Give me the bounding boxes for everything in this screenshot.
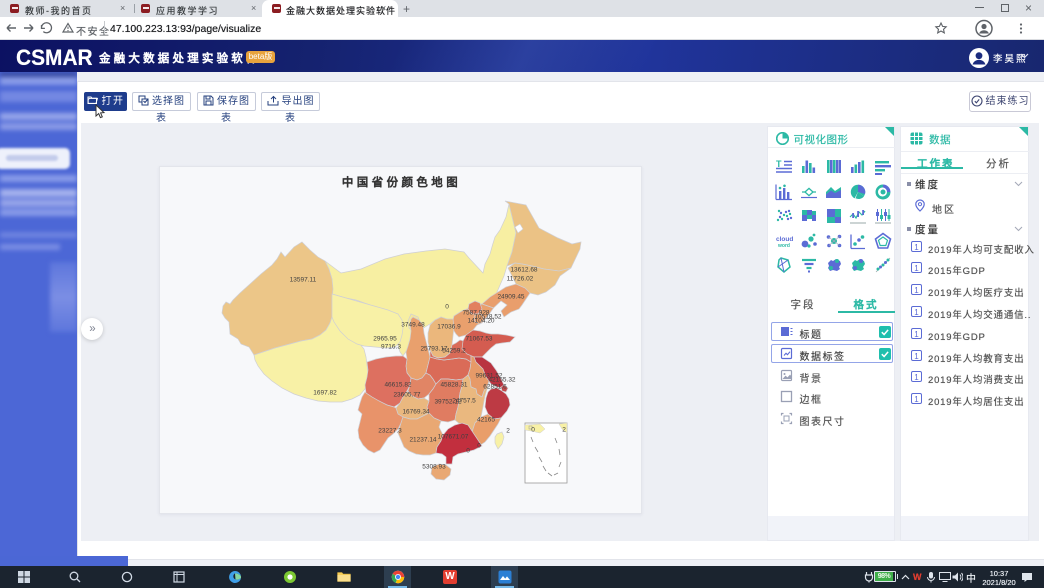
svg-text:25793.17: 25793.17 (420, 346, 447, 353)
svg-text:13597.11: 13597.11 (290, 277, 317, 284)
svg-text:99631.52: 99631.52 (475, 373, 502, 380)
svg-text:0: 0 (445, 304, 449, 311)
svg-text:23605.77: 23605.77 (393, 392, 420, 399)
svg-text:T: T (776, 159, 782, 169)
svg-text:17036.9: 17036.9 (437, 324, 461, 331)
svg-text:0: 0 (466, 448, 470, 455)
svg-text:5308.93: 5308.93 (422, 464, 446, 471)
svg-text:cloud: cloud (776, 236, 793, 243)
svg-text:62851.6: 62851.6 (483, 384, 507, 391)
svg-text:10518.52: 10518.52 (474, 314, 501, 321)
svg-text:3749.48: 3749.48 (401, 322, 425, 329)
svg-text:11726.02: 11726.02 (507, 276, 534, 283)
svg-text:107671.07: 107671.07 (438, 434, 469, 441)
svg-text:0: 0 (477, 443, 481, 450)
svg-text:21237.14: 21237.14 (409, 437, 436, 444)
svg-text:46615.82: 46615.82 (384, 382, 411, 389)
svg-text:45828.31: 45828.31 (440, 382, 467, 389)
svg-text:2965.95: 2965.95 (373, 336, 397, 343)
svg-text:2: 2 (562, 427, 566, 434)
svg-text:13612.68: 13612.68 (510, 267, 537, 274)
svg-text:23227.3: 23227.3 (378, 428, 402, 435)
svg-text:42165: 42165 (477, 417, 495, 424)
svg-text:24909.45: 24909.45 (497, 294, 524, 301)
svg-text:word: word (777, 243, 790, 249)
svg-text:0: 0 (531, 427, 535, 434)
svg-text:1697.82: 1697.82 (313, 390, 337, 397)
svg-text:2: 2 (506, 428, 510, 435)
svg-text:9716.3: 9716.3 (381, 344, 401, 351)
svg-text:71067.53: 71067.53 (465, 336, 492, 343)
svg-text:39752.12: 39752.12 (434, 399, 461, 406)
svg-text:16769.34: 16769.34 (402, 409, 429, 416)
